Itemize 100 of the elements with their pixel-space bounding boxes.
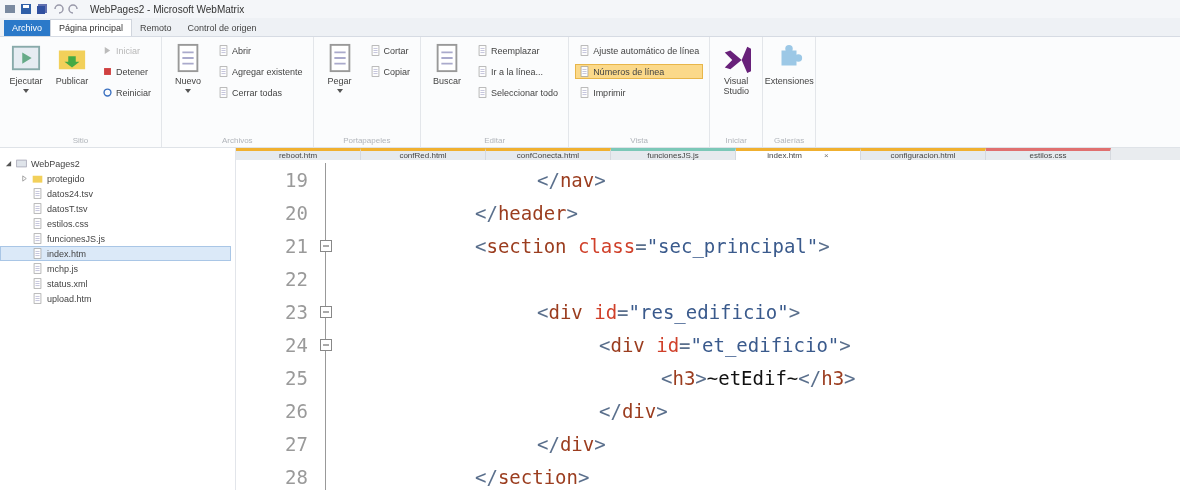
ribbon-button[interactable]: Detener <box>98 64 155 79</box>
tree-item[interactable]: datos24.tsv <box>0 186 231 201</box>
save-all-icon[interactable] <box>36 3 48 15</box>
tree-item[interactable]: mchp.js <box>0 261 231 276</box>
document-icon <box>579 45 591 56</box>
tab-label: confRed.html <box>399 151 447 160</box>
app-icon <box>4 3 16 15</box>
save-icon[interactable] <box>20 3 32 15</box>
editor-tab[interactable]: estilos.css <box>986 148 1111 160</box>
editor-tab[interactable]: index.htm × <box>736 148 861 160</box>
tree-label: estilos.css <box>47 218 89 229</box>
code-line: <div id="et_edificio"> <box>599 333 851 356</box>
expanded-arrow-icon[interactable] <box>5 160 12 167</box>
ribbon-tab[interactable]: Remoto <box>132 20 180 36</box>
ribbon-button[interactable]: Visual Studio <box>716 41 757 136</box>
ribbon-button[interactable]: Publicar <box>52 41 92 136</box>
folder-icon <box>32 173 43 184</box>
document-icon <box>218 66 229 77</box>
ribbon-button[interactable]: Números de línea <box>575 64 704 79</box>
ribbon-button[interactable]: Pegar <box>319 41 360 136</box>
redo-icon[interactable] <box>68 3 80 15</box>
refresh-icon <box>102 87 113 98</box>
ribbon-button[interactable]: Seleccionar todo <box>473 85 563 100</box>
tree-item[interactable]: upload.htm <box>0 291 231 306</box>
ribbon-button[interactable]: Buscar <box>427 41 468 136</box>
line-number: 24 <box>284 333 308 356</box>
tree-label: mchp.js <box>47 263 78 274</box>
line-number: 25 <box>284 366 308 389</box>
document-icon <box>32 218 43 229</box>
collapsed-arrow-icon[interactable] <box>21 175 28 182</box>
document-icon <box>477 87 489 98</box>
tree-item[interactable]: datosT.tsv <box>0 201 231 216</box>
caret-icon <box>23 89 29 93</box>
tree-item[interactable]: status.xml <box>0 276 231 291</box>
document-icon <box>32 233 43 244</box>
line-number: 19 <box>284 168 308 191</box>
code-line: <div id="res_edificio"> <box>537 300 801 323</box>
site-icon <box>16 158 27 169</box>
tree-label: funcionesJS.js <box>47 233 106 244</box>
caret-icon <box>336 89 343 93</box>
editor-tab[interactable]: confConecta.html <box>486 148 611 160</box>
tree-label: upload.htm <box>47 293 92 304</box>
ribbon-tab[interactable]: Archivo <box>4 20 50 36</box>
ribbon-button[interactable]: Reiniciar <box>98 85 155 100</box>
tree-label: index.htm <box>47 248 87 259</box>
editor-tab[interactable]: funcionesJS.js <box>611 148 736 160</box>
document-icon <box>32 293 43 304</box>
document-icon <box>579 66 591 77</box>
tab-label: reboot.htm <box>278 151 318 160</box>
stop-icon <box>102 66 113 77</box>
ribbon-button[interactable]: Cortar <box>365 43 415 58</box>
document-icon <box>32 248 43 259</box>
line-number: 20 <box>284 201 308 224</box>
line-number: 26 <box>284 399 308 422</box>
ribbon-tab[interactable]: Control de origen <box>179 20 265 36</box>
document-icon <box>477 66 489 77</box>
tree-item[interactable]: protegido <box>0 171 231 186</box>
play-icon <box>11 43 41 73</box>
document-icon <box>369 66 381 77</box>
caret-icon <box>185 89 191 93</box>
line-number: 28 <box>284 465 308 488</box>
window-title: WebPages2 - Microsoft WebMatrix <box>90 3 245 15</box>
tree-item[interactable]: funcionesJS.js <box>0 231 231 246</box>
editor-tab[interactable]: reboot.htm <box>236 148 361 160</box>
close-icon[interactable]: × <box>824 151 829 160</box>
ribbon-button[interactable]: Imprimir <box>575 85 704 100</box>
editor-tab[interactable]: confRed.html <box>361 148 486 160</box>
group-label: Sitio <box>71 136 90 145</box>
ribbon-button[interactable]: Nuevo <box>168 41 208 136</box>
group-label: Galerías <box>773 136 806 145</box>
document-icon <box>369 45 381 56</box>
play-icon <box>102 45 113 56</box>
tree-label: status.xml <box>47 278 88 289</box>
document-icon <box>32 188 43 199</box>
document-icon <box>218 87 229 98</box>
code-line: </nav> <box>537 168 606 191</box>
ribbon-button[interactable]: Ejecutar <box>6 41 46 136</box>
undo-icon[interactable] <box>52 3 64 15</box>
ribbon-button[interactable]: Agregar existente <box>214 64 307 79</box>
ribbon-button[interactable]: Ajuste automático de línea <box>575 43 704 58</box>
editor-tab[interactable]: configuracion.html <box>861 148 986 160</box>
collapse-icon[interactable] <box>320 338 332 351</box>
document-icon <box>32 263 43 274</box>
ribbon-button[interactable]: Ir a la línea... <box>473 64 563 79</box>
ribbon-button[interactable]: Reemplazar <box>473 43 563 58</box>
tree-item[interactable]: estilos.css <box>0 216 231 231</box>
tree-item[interactable]: index.htm <box>0 246 231 261</box>
ribbon-button[interactable]: Copiar <box>365 64 415 79</box>
tab-label: estilos.css <box>1029 151 1067 160</box>
tree-item[interactable]: WebPages2 <box>0 156 231 171</box>
tab-label: configuracion.html <box>890 151 956 160</box>
line-number: 23 <box>284 300 308 323</box>
tree-label: protegido <box>47 173 85 184</box>
tab-label: funcionesJS.js <box>647 151 699 160</box>
ribbon-button[interactable]: Abrir <box>214 43 307 58</box>
collapse-icon[interactable] <box>320 239 332 252</box>
ribbon-button[interactable]: Cerrar todas <box>214 85 307 100</box>
ribbon-tab[interactable]: Página principal <box>50 19 133 36</box>
line-number: 21 <box>284 234 308 257</box>
collapse-icon[interactable] <box>320 305 332 318</box>
